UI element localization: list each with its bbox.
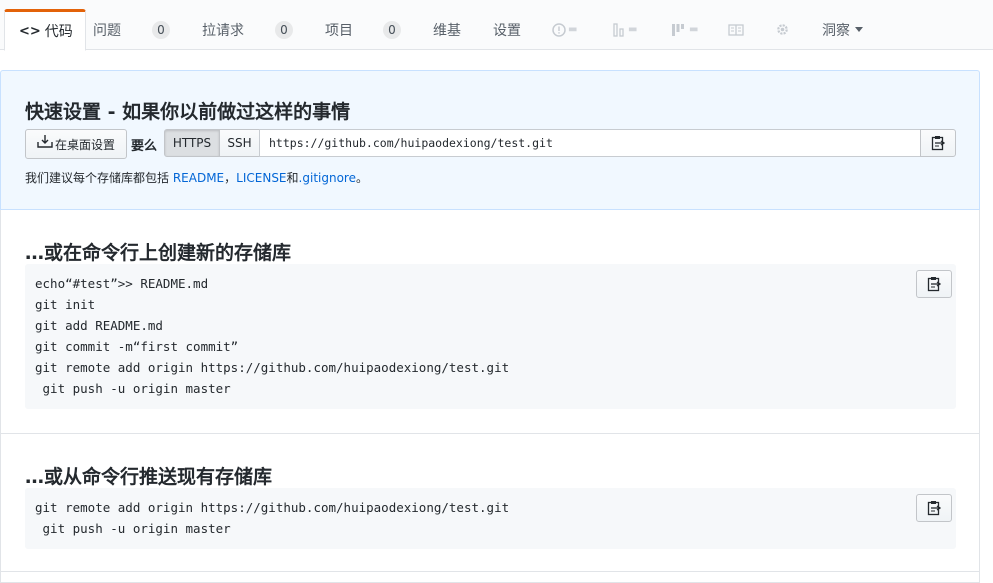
pull-requests-count-badge: 0 (275, 20, 293, 39)
tab-projects-counter[interactable]: 0 (383, 9, 401, 50)
tab-issues-label: 问题 (93, 22, 121, 39)
hint-and: 和 (286, 171, 299, 185)
recommend-hint: 我们建议每个存储库都包括 README，LICENSE和.gitignore。 (25, 169, 368, 186)
push-repo-title: …或从命令行推送现有存储库 (25, 466, 273, 488)
code-line: git init (35, 297, 96, 312)
hint-end: 。 (355, 171, 368, 185)
ssh-toggle[interactable]: SSH (219, 129, 260, 157)
code-line: git push -u origin master (35, 381, 231, 396)
issues-count-badge: 0 (152, 20, 170, 39)
push-repo-section: …或从命令行推送现有存储库 git remote add origin http… (0, 434, 980, 572)
tab-issues-counter[interactable]: 0 (152, 9, 170, 50)
code-line: git commit -m“first commit” (35, 339, 239, 354)
tab-wiki-label: 维基 (433, 22, 461, 39)
tab-projects[interactable]: 项目 (325, 9, 353, 50)
create-repo-code: echo“#test”>> README.md git init git add… (25, 264, 956, 409)
tab-pull-requests[interactable]: 拉请求 (202, 9, 244, 50)
tab-pull-requests-counter[interactable]: 0 (275, 9, 293, 50)
tab-insights[interactable]: 洞察 (822, 9, 863, 50)
copy-create-commands-button[interactable] (916, 270, 952, 298)
tab-code[interactable]: <> 代码 (4, 9, 86, 51)
download-icon (37, 135, 53, 148)
copy-push-commands-button[interactable] (916, 494, 952, 522)
repo-nav: <> 代码 问题 0 拉请求 0 项目 0 维基 设置 ▬ ▬ ▬ 洞察 (0, 0, 993, 51)
setup-in-desktop-label: 在桌面设置 (54, 137, 115, 152)
https-toggle[interactable]: HTTPS (164, 129, 220, 157)
code-line: git add README.md (35, 318, 163, 333)
quick-setup-panel: 快速设置 - 如果你以前做过这样的事情 在桌面设置 要么 HTTPS SSH 我… (0, 70, 980, 210)
create-repo-section: …或在命令行上创建新的存储库 echo“#test”>> README.md g… (0, 210, 980, 434)
clipboard-icon (927, 501, 941, 516)
create-repo-commands: echo“#test”>> README.md git init git add… (35, 273, 509, 399)
readme-link[interactable]: README (173, 171, 224, 185)
project-board-icon[interactable]: ▬ (671, 9, 698, 50)
tab-projects-label: 项目 (325, 22, 353, 39)
tab-settings-label: 设置 (493, 22, 521, 39)
push-repo-commands: git remote add origin https://github.com… (35, 497, 509, 539)
tab-settings[interactable]: 设置 (493, 9, 521, 50)
code-line: echo“#test”>> README.md (35, 276, 209, 291)
tab-wiki[interactable]: 维基 (433, 9, 461, 50)
clipboard-icon (931, 136, 945, 151)
license-link[interactable]: LICENSE (236, 171, 286, 185)
or-label: 要么 (131, 139, 158, 154)
setup-in-desktop-button[interactable]: 在桌面设置 (25, 129, 127, 159)
hint-prefix: 我们建议每个存储库都包括 (25, 171, 173, 185)
code-line: git push -u origin master (35, 521, 231, 536)
tab-code-label: 代码 (44, 24, 73, 40)
tab-issues[interactable]: 问题 (93, 9, 121, 50)
tab-insights-label: 洞察 (822, 22, 850, 39)
push-repo-code: git remote add origin https://github.com… (25, 488, 956, 549)
clipboard-icon (927, 277, 941, 292)
code-icon: <> (19, 23, 41, 39)
code-line: git remote add origin https://github.com… (35, 500, 510, 515)
hint-separator: ， (224, 171, 237, 185)
tab-pull-requests-label: 拉请求 (202, 22, 244, 39)
code-line: git remote add origin https://github.com… (35, 360, 510, 375)
create-repo-title: …或在命令行上创建新的存储库 (25, 242, 292, 264)
quick-setup-title: 快速设置 - 如果你以前做过这样的事情 (25, 101, 351, 123)
alert-icon[interactable]: ▬ (552, 9, 577, 50)
chevron-down-icon (855, 27, 863, 32)
copy-url-button[interactable] (920, 129, 956, 157)
import-section (0, 572, 980, 583)
projects-count-badge: 0 (383, 20, 401, 39)
gear-icon[interactable] (775, 9, 790, 50)
book-icon[interactable] (728, 9, 744, 50)
gitignore-link[interactable]: .gitignore (299, 171, 356, 185)
clone-url-input[interactable] (259, 129, 921, 157)
graph-icon[interactable]: ▬ (612, 9, 637, 50)
